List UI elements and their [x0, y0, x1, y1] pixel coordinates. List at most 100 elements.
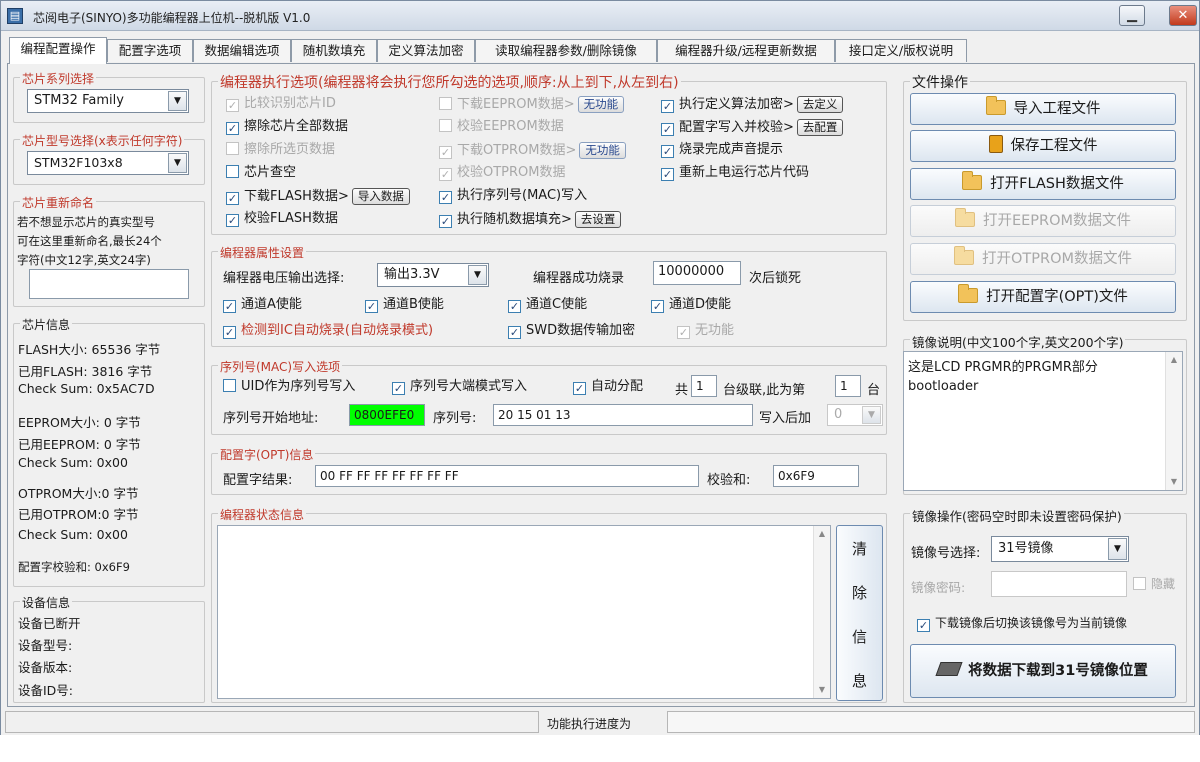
- open-opt-button[interactable]: 打开配置字(OPT)文件: [910, 281, 1176, 313]
- swd-encrypt-checkbox[interactable]: ✓ SWD数据传输加密: [508, 323, 635, 339]
- status-textarea[interactable]: ▲ ▼: [217, 525, 831, 699]
- configure-button[interactable]: 去配置: [796, 119, 844, 136]
- tab-custom-encrypt[interactable]: 定义算法加密: [377, 39, 475, 62]
- opt-download-eeprom[interactable]: 下载EEPROM数据> 无功能: [439, 96, 625, 113]
- start-addr-input[interactable]: 0800EFE0: [349, 404, 425, 426]
- tab-data-edit[interactable]: 数据编辑选项: [193, 39, 291, 62]
- otprom-nofunc-button[interactable]: 无功能: [579, 142, 626, 159]
- channel-d[interactable]: ✓ 通道D使能: [651, 297, 731, 313]
- opt-verify-eeprom[interactable]: 校验EEPROM数据: [439, 119, 564, 135]
- open-otprom-button[interactable]: 打开OTPROM数据文件: [910, 243, 1176, 275]
- flash-size: FLASH大小: 65536 字节: [18, 342, 161, 357]
- define-button[interactable]: 去定义: [796, 96, 844, 113]
- serial-label: 序列号:: [433, 411, 477, 426]
- chip-rename-legend: 芯片重新命名: [20, 194, 97, 211]
- serial-input[interactable]: 20 15 01 13: [493, 404, 753, 426]
- hide-password-checkbox[interactable]: 隐藏: [1133, 576, 1175, 592]
- chip-family-select[interactable]: STM32 Family ▼: [27, 89, 189, 113]
- index-input[interactable]: 1: [835, 375, 861, 397]
- tab-upgrade[interactable]: 编程器升级/远程更新数据: [657, 39, 835, 62]
- success-count-input[interactable]: 10000000: [653, 261, 741, 285]
- total-label: 共: [675, 383, 689, 398]
- tab-interface[interactable]: 接口定义/版权说明: [835, 39, 967, 62]
- chip-rename-input[interactable]: [29, 269, 189, 299]
- eeprom-nofunc-button[interactable]: 无功能: [577, 96, 625, 113]
- opt-run-after-power[interactable]: ✓ 重新上电运行芯片代码: [661, 165, 809, 181]
- chip-model-legend: 芯片型号选择(x表示任何字符): [20, 132, 185, 149]
- opt-config-write[interactable]: ✓ 配置字写入并校验> 去配置: [661, 119, 844, 136]
- clear-status-button[interactable]: 清 除 信 息: [836, 525, 883, 701]
- serial-legend: 序列号(MAC)写入选项: [218, 358, 343, 375]
- channel-a[interactable]: ✓ 通道A使能: [223, 297, 302, 313]
- opt-random-fill[interactable]: ✓ 执行随机数据填充> 去设置: [439, 211, 622, 228]
- after-value: 0: [834, 407, 843, 422]
- scroll-down-icon[interactable]: ▼: [814, 682, 830, 698]
- device-info-legend: 设备信息: [20, 594, 73, 611]
- opt-erase-all[interactable]: ✓ 擦除芯片全部数据: [226, 119, 348, 135]
- file-ops-legend: 文件操作: [910, 72, 970, 92]
- folder-icon: [958, 284, 979, 303]
- chip-info-legend: 芯片信息: [20, 316, 73, 333]
- image-desc-textarea[interactable]: 这是LCD PRGMR的PRGMR部分 bootloader ▲ ▼: [903, 351, 1183, 491]
- channel-c[interactable]: ✓ 通道C使能: [508, 297, 587, 313]
- opt-result-label: 配置字结果:: [223, 473, 293, 488]
- image-desc-scrollbar[interactable]: ▲ ▼: [1165, 352, 1182, 490]
- opt-custom-encrypt[interactable]: ✓ 执行定义算法加密> 去定义: [661, 96, 844, 113]
- import-project-button[interactable]: 导入工程文件: [910, 93, 1176, 125]
- chevron-down-icon: ▼: [168, 153, 187, 173]
- status-scrollbar[interactable]: ▲ ▼: [813, 526, 830, 698]
- title-bar: ▤ 芯阅电子(SINYO)多功能编程器上位机--脱机版 V1.0 ▁ ✕: [1, 1, 1199, 31]
- scroll-up-icon[interactable]: ▲: [1166, 352, 1182, 368]
- after-select[interactable]: 0 ▼: [827, 404, 883, 426]
- tab-program-config[interactable]: 编程配置操作: [9, 37, 107, 64]
- tab-config-word[interactable]: 配置字选项: [107, 39, 193, 62]
- eeprom-checksum: Check Sum: 0x00: [18, 455, 128, 470]
- download-to-image-button[interactable]: 将数据下载到31号镜像位置: [910, 644, 1176, 698]
- auto-assign-checkbox[interactable]: ✓ 自动分配: [573, 379, 643, 395]
- scroll-up-icon[interactable]: ▲: [814, 526, 830, 542]
- uid-checkbox[interactable]: UID作为序列号写入: [223, 379, 355, 395]
- channel-b[interactable]: ✓ 通道B使能: [365, 297, 444, 313]
- opt-blank-check[interactable]: 芯片查空: [226, 165, 296, 181]
- no-func-checkbox[interactable]: ✓ 无功能: [677, 323, 734, 339]
- image-password-label: 镜像密码:: [911, 580, 966, 595]
- open-eeprom-button[interactable]: 打开EEPROM数据文件: [910, 205, 1176, 237]
- scroll-down-icon[interactable]: ▼: [1166, 474, 1182, 490]
- status-bar: 功能执行进度为: [1, 709, 1199, 735]
- chip-family-legend: 芯片系列选择: [20, 70, 97, 87]
- voltage-label: 编程器电压输出选择:: [223, 271, 345, 286]
- opt-verify-otprom[interactable]: ✓ 校验OTPROM数据: [439, 165, 566, 181]
- open-flash-button[interactable]: 打开FLASH数据文件: [910, 168, 1176, 200]
- unit-label: 台: [867, 383, 881, 398]
- status-legend: 编程器状态信息: [218, 506, 307, 523]
- image-desc-legend: 镜像说明(中文100个字,英文200个字): [910, 332, 1126, 351]
- close-button[interactable]: ✕: [1169, 5, 1197, 26]
- checksum-input[interactable]: 0x6F9: [773, 465, 859, 487]
- switch-image-checkbox[interactable]: ✓ 下载镜像后切换该镜像号为当前镜像: [917, 615, 1127, 632]
- image-password-input[interactable]: [991, 571, 1127, 597]
- big-endian-checkbox[interactable]: ✓ 序列号大端模式写入: [392, 379, 527, 395]
- tab-read-params[interactable]: 读取编程器参数/删除镜像: [475, 39, 657, 62]
- opt-legend: 配置字(OPT)信息: [218, 446, 316, 463]
- total-input[interactable]: 1: [691, 375, 717, 397]
- opt-serial-write[interactable]: ✓ 执行序列号(MAC)写入: [439, 188, 587, 204]
- device-model: 设备型号:: [18, 638, 73, 653]
- opt-compare-id[interactable]: ✓ 比较识别芯片ID: [226, 96, 336, 112]
- chip-model-select[interactable]: STM32F103x8 ▼: [27, 151, 189, 175]
- image-select[interactable]: 31号镜像 ▼: [991, 536, 1129, 562]
- opt-download-flash[interactable]: ✓ 下载FLASH数据> 导入数据: [226, 188, 410, 205]
- save-project-button[interactable]: 保存工程文件: [910, 130, 1176, 162]
- voltage-select[interactable]: 输出3.3V ▼: [377, 263, 489, 287]
- minimize-button[interactable]: ▁: [1119, 5, 1145, 26]
- opt-erase-page[interactable]: 擦除所选页数据: [226, 142, 335, 158]
- random-setup-button[interactable]: 去设置: [574, 211, 622, 228]
- import-data-button[interactable]: 导入数据: [351, 188, 410, 205]
- chevron-down-icon: ▼: [862, 406, 881, 424]
- tab-random-fill[interactable]: 随机数填充: [291, 39, 377, 62]
- opt-result-input[interactable]: 00 FF FF FF FF FF FF FF: [315, 465, 699, 487]
- opt-download-otprom[interactable]: ✓ 下载OTPROM数据> 无功能: [439, 142, 626, 159]
- image-ops-legend: 镜像操作(密码空时即未设置密码保护): [910, 506, 1124, 525]
- opt-verify-flash[interactable]: ✓ 校验FLASH数据: [226, 211, 338, 227]
- auto-burn-checkbox[interactable]: ✓ 检测到IC自动烧录(自动烧录模式): [223, 323, 433, 339]
- opt-sound-notify[interactable]: ✓ 烧录完成声音提示: [661, 142, 783, 158]
